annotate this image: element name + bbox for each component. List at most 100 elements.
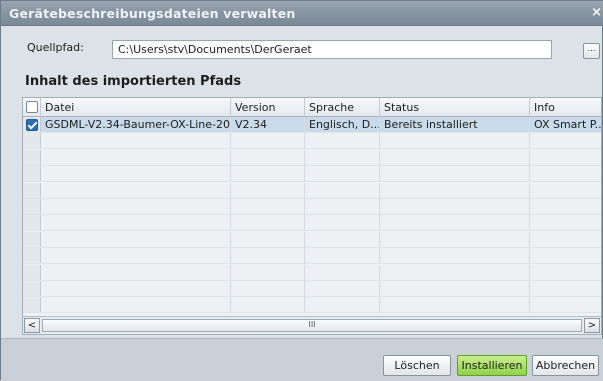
empty-cell xyxy=(41,281,231,297)
row-select-cell xyxy=(23,182,41,198)
empty-cell xyxy=(530,281,601,297)
files-table: Datei Version Sprache Status Info GSDML-… xyxy=(22,97,602,335)
column-header-datei[interactable]: Datei xyxy=(41,98,231,117)
empty-table-row xyxy=(23,166,601,183)
column-header-status[interactable]: Status xyxy=(380,98,530,117)
scroll-left-icon[interactable]: < xyxy=(24,318,40,333)
horizontal-scrollbar[interactable]: < III > xyxy=(23,316,601,334)
empty-cell xyxy=(41,199,231,215)
cell-sprache: Englisch, D... xyxy=(305,117,380,133)
empty-cell xyxy=(530,183,601,199)
row-select-cell xyxy=(23,199,41,214)
column-header-info[interactable]: Info xyxy=(530,98,601,117)
empty-table-row xyxy=(23,215,601,232)
empty-cell xyxy=(41,182,231,199)
row-select-cell xyxy=(23,281,41,296)
empty-cell xyxy=(41,264,231,281)
cell-status: Bereits installiert xyxy=(380,117,530,133)
scroll-right-icon[interactable]: > xyxy=(584,318,600,333)
footer-bar: Löschen Installieren Abbrechen xyxy=(1,338,603,381)
empty-cell xyxy=(380,149,530,166)
empty-cell xyxy=(41,166,231,183)
row-select-cell xyxy=(23,133,41,149)
empty-cell xyxy=(305,264,380,281)
scroll-thumb[interactable]: III xyxy=(42,319,582,332)
empty-table-row xyxy=(23,149,601,166)
empty-cell xyxy=(305,199,380,215)
table-body: GSDML-V2.34-Baumer-OX-Line-20... V2.34 E… xyxy=(23,117,601,314)
empty-cell xyxy=(380,215,530,232)
empty-cell xyxy=(41,297,231,314)
empty-cell xyxy=(380,199,530,215)
empty-cell xyxy=(380,248,530,265)
empty-cell xyxy=(380,264,530,281)
empty-cell xyxy=(530,150,601,166)
empty-cell xyxy=(305,248,380,265)
empty-cell xyxy=(380,133,530,150)
close-icon[interactable]: × xyxy=(591,5,602,20)
empty-cell xyxy=(305,297,380,314)
row-select-cell xyxy=(23,149,41,165)
install-button[interactable]: Installieren xyxy=(457,355,527,376)
table-row[interactable]: GSDML-V2.34-Baumer-OX-Line-20... V2.34 E… xyxy=(23,117,601,133)
empty-table-row xyxy=(23,248,601,265)
empty-table-row xyxy=(23,133,601,150)
empty-cell xyxy=(41,133,231,150)
delete-button[interactable]: Löschen xyxy=(383,355,451,376)
empty-table-row xyxy=(23,231,601,248)
dialog-window: Gerätebeschreibungsdateien verwalten × Q… xyxy=(0,0,603,381)
cancel-button[interactable]: Abbrechen xyxy=(532,355,599,376)
title-bar: Gerätebeschreibungsdateien verwalten × xyxy=(1,1,603,26)
empty-cell xyxy=(231,166,305,183)
empty-cell xyxy=(380,297,530,314)
empty-cell xyxy=(305,215,380,232)
section-title: Inhalt des importierten Pfads xyxy=(25,74,242,89)
empty-cell xyxy=(305,149,380,166)
empty-cell xyxy=(41,231,231,248)
empty-table-row xyxy=(23,199,601,215)
cell-datei: GSDML-V2.34-Baumer-OX-Line-20... xyxy=(41,117,231,133)
empty-cell xyxy=(530,133,601,149)
empty-cell xyxy=(231,231,305,248)
empty-cell xyxy=(231,264,305,281)
select-all-checkbox[interactable] xyxy=(26,101,38,113)
empty-cell xyxy=(231,297,305,314)
row-select-cell xyxy=(23,117,41,132)
row-select-cell xyxy=(23,166,41,182)
empty-cell xyxy=(530,248,601,264)
select-all-cell xyxy=(23,98,41,117)
empty-cell xyxy=(530,297,601,313)
source-path-label: Quellpfad: xyxy=(27,41,84,54)
column-header-sprache[interactable]: Sprache xyxy=(305,98,380,117)
empty-cell xyxy=(530,265,601,281)
empty-cell xyxy=(380,231,530,248)
empty-cell xyxy=(231,133,305,150)
empty-cell xyxy=(380,281,530,297)
empty-cell xyxy=(530,215,601,231)
source-path-input[interactable] xyxy=(112,40,552,59)
empty-cell xyxy=(380,182,530,199)
row-select-cell xyxy=(23,231,41,247)
empty-cell xyxy=(305,281,380,297)
row-checkbox[interactable] xyxy=(26,119,38,131)
row-select-cell xyxy=(23,215,41,231)
empty-cell xyxy=(530,232,601,248)
empty-table-row xyxy=(23,297,601,314)
window-title: Gerätebeschreibungsdateien verwalten xyxy=(9,6,296,21)
empty-cell xyxy=(41,248,231,265)
empty-table-row xyxy=(23,264,601,281)
cell-info: OX Smart P... xyxy=(534,118,601,131)
empty-table-row xyxy=(23,281,601,297)
empty-cell xyxy=(530,166,601,182)
empty-cell xyxy=(231,281,305,297)
empty-cell xyxy=(305,166,380,183)
empty-cell xyxy=(231,199,305,215)
empty-cell xyxy=(305,182,380,199)
row-select-cell xyxy=(23,264,41,280)
table-header: Datei Version Sprache Status Info xyxy=(23,98,601,117)
column-header-version[interactable]: Version xyxy=(231,98,305,117)
row-select-cell xyxy=(23,248,41,264)
empty-table-row xyxy=(23,182,601,199)
browse-button[interactable]: ... xyxy=(583,43,600,59)
empty-cell xyxy=(231,182,305,199)
